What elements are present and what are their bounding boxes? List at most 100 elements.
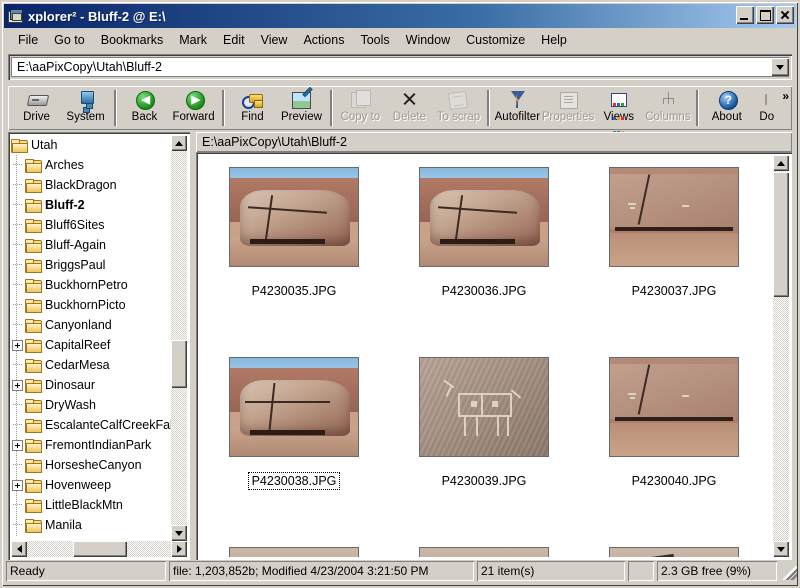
thumbnail-grid: P4230035.JPG P4230036.JPG [199, 155, 769, 557]
tree-item-fremontindianpark[interactable]: FremontIndianPark [11, 435, 171, 455]
file-scroll-up-button[interactable] [773, 155, 789, 171]
file-item[interactable]: P4230035.JPG [199, 155, 389, 345]
tree-hscrollbar-thumb[interactable] [73, 541, 127, 557]
file-item[interactable]: P4230036.JPG [389, 155, 579, 345]
thumbnail-image[interactable] [229, 547, 359, 557]
menu-item-file[interactable]: File [10, 31, 46, 49]
address-dropdown-button[interactable] [771, 58, 789, 76]
toolbar-button-system[interactable]: System [61, 88, 110, 128]
toolbar-button-delete[interactable]: Delete [385, 88, 434, 128]
tree-item-bluff-2[interactable]: Bluff-2 [11, 195, 171, 215]
file-pane[interactable]: P4230035.JPG P4230036.JPG [196, 152, 792, 560]
tree-item-marriette[interactable]: Marriette [11, 535, 171, 537]
menu-item-edit[interactable]: Edit [215, 31, 253, 49]
tree-scroll-down-button[interactable] [171, 525, 187, 541]
menu-item-tools[interactable]: Tools [352, 31, 397, 49]
thumbnail-image[interactable] [609, 547, 739, 557]
tree-expander[interactable] [11, 375, 25, 395]
tree-item-dinosaur[interactable]: Dinosaur [11, 375, 171, 395]
file-item[interactable]: P4230037.JPG [579, 155, 769, 345]
file-item[interactable] [389, 535, 579, 557]
menu-item-actions[interactable]: Actions [295, 31, 352, 49]
file-name-label[interactable]: P4230039.JPG [439, 473, 530, 489]
file-scrollbar-thumb[interactable] [773, 172, 789, 297]
file-item[interactable]: P4230040.JPG [579, 345, 769, 535]
close-button[interactable] [776, 6, 794, 24]
tree-item-escalantecalfcreekfall[interactable]: EscalanteCalfCreekFall [11, 415, 171, 435]
menu-item-window[interactable]: Window [398, 31, 458, 49]
address-input[interactable]: E:\aaPixCopy\Utah\Bluff-2 [12, 60, 162, 74]
tree-item-blackdragon[interactable]: BlackDragon [11, 175, 171, 195]
file-scroll-down-button[interactable] [773, 541, 789, 557]
file-name-label[interactable]: P4230037.JPG [629, 283, 720, 299]
file-pane-vertical-scrollbar[interactable] [773, 155, 789, 557]
tree-expander[interactable] [11, 335, 25, 355]
tree-item-canyonland[interactable]: Canyonland [11, 315, 171, 335]
tree-item-littleblackmtn[interactable]: LittleBlackMtn [11, 495, 171, 515]
toolbar-button-forward[interactable]: ▶ Forward [169, 88, 218, 128]
tree-vertical-scrollbar[interactable] [171, 135, 187, 541]
file-name-label[interactable]: P4230036.JPG [439, 283, 530, 299]
tree-item-manila[interactable]: Manila [11, 515, 171, 535]
toolbar-button-preview[interactable]: Preview [277, 88, 326, 128]
menu-item-goto[interactable]: Go to [46, 31, 93, 49]
file-item[interactable]: P4230039.JPG [389, 345, 579, 535]
menu-item-customize[interactable]: Customize [458, 31, 533, 49]
file-name-label[interactable]: P4230038.JPG [249, 473, 340, 489]
toolbar-button-to-scrap[interactable]: To scrap [434, 88, 483, 128]
toolbar-button-find[interactable]: Find [228, 88, 277, 128]
toolbar-button-back[interactable]: ◀ Back [120, 88, 169, 128]
tree-scroll-up-button[interactable] [171, 135, 187, 151]
toolbar-button-properties[interactable]: Properties [542, 88, 594, 128]
tree-item-buckhornpetro[interactable]: BuckhornPetro [11, 275, 171, 295]
address-combobox[interactable]: E:\aaPixCopy\Utah\Bluff-2 [11, 57, 789, 77]
tree-item-capitalreef[interactable]: CapitalReef [11, 335, 171, 355]
menu-item-bookmarks[interactable]: Bookmarks [93, 31, 172, 49]
tree-scroll-left-button[interactable] [11, 541, 27, 557]
menu-item-mark[interactable]: Mark [171, 31, 215, 49]
file-item[interactable]: P4230038.JPG [199, 345, 389, 535]
toolbar-button-copy-to[interactable]: Copy to [336, 88, 385, 128]
thumbnail-image[interactable] [229, 167, 359, 267]
toolbar-label: Delete [393, 111, 426, 123]
tree-item-cedarmesa[interactable]: CedarMesa [11, 355, 171, 375]
resize-grip-icon[interactable] [783, 566, 797, 580]
thumbnail-image[interactable] [229, 357, 359, 457]
minimize-button[interactable] [736, 6, 754, 24]
toolbar-overflow-chevron[interactable]: » [782, 88, 789, 103]
tree-expander[interactable] [11, 475, 25, 495]
toolbar-button-autofilter[interactable]: Autofilter [493, 88, 542, 128]
menu-item-view[interactable]: View [253, 31, 296, 49]
tree-item-hovenweep[interactable]: Hovenweep [11, 475, 171, 495]
folder-icon [25, 399, 41, 412]
file-name-label[interactable]: P4230040.JPG [629, 473, 720, 489]
thumbnail-image[interactable] [419, 357, 549, 457]
maximize-button[interactable] [756, 6, 774, 24]
file-item[interactable] [199, 535, 389, 557]
toolbar-button-do[interactable]: Do [751, 88, 782, 128]
thumbnail-image[interactable] [609, 167, 739, 267]
thumbnail-image[interactable] [419, 547, 549, 557]
tree-item-bluff6sites[interactable]: Bluff6Sites [11, 215, 171, 235]
tree-item-arches[interactable]: Arches [11, 155, 171, 175]
status-disk-free: 2.3 GB free (9%) [657, 561, 777, 581]
tree-item-buckhornpicto[interactable]: BuckhornPicto [11, 295, 171, 315]
toolbar-button-columns[interactable]: Columns [643, 88, 692, 128]
tree-item-horseshecanyon[interactable]: HorsesheCanyon [11, 455, 171, 475]
tree-item-briggspaul[interactable]: BriggsPaul [11, 255, 171, 275]
thumbnail-image[interactable] [609, 357, 739, 457]
toolbar-button-about[interactable]: ? About [702, 88, 751, 128]
tree-item-utah[interactable]: Utah [11, 135, 171, 155]
tree-horizontal-scrollbar[interactable] [11, 541, 187, 557]
tree-scroll-right-button[interactable] [171, 541, 187, 557]
file-name-label[interactable]: P4230035.JPG [249, 283, 340, 299]
tree-item-bluff-again[interactable]: Bluff-Again [11, 235, 171, 255]
menu-item-help[interactable]: Help [533, 31, 575, 49]
file-item[interactable] [579, 535, 769, 557]
toolbar-button-drive[interactable]: Drive [12, 88, 61, 128]
tree-item-drywash[interactable]: DryWash [11, 395, 171, 415]
tree-expander[interactable] [11, 435, 25, 455]
toolbar-button-views[interactable]: Views [594, 88, 643, 128]
thumbnail-image[interactable] [419, 167, 549, 267]
tree-scrollbar-thumb[interactable] [171, 340, 187, 388]
